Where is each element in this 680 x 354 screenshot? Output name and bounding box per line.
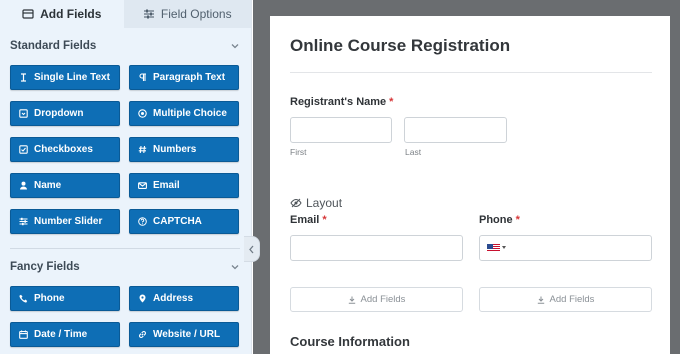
fields-panel: Add Fields Field Options Standard Fields… — [0, 0, 252, 354]
chevron-down-icon — [231, 265, 239, 270]
sliders-icon — [19, 217, 28, 226]
website-url-label: Website / URL — [153, 329, 221, 340]
sliders-icon — [143, 9, 154, 19]
number-slider-button[interactable]: Number Slider — [10, 209, 120, 234]
name-label: Name — [34, 180, 62, 191]
tab-field-options[interactable]: Field Options — [123, 0, 251, 28]
paragraph-text-label: Paragraph Text — [153, 72, 226, 83]
calendar-icon — [19, 330, 28, 339]
single-line-text-button[interactable]: Single Line Text — [10, 65, 120, 90]
first-sublabel: First — [290, 147, 307, 157]
radio-icon — [138, 109, 147, 118]
section-divider — [10, 248, 240, 249]
add-fields-text: Add Fields — [549, 294, 595, 305]
panel-tabs: Add Fields Field Options — [0, 0, 251, 28]
link-icon — [139, 331, 146, 338]
question-icon — [138, 217, 147, 226]
required-mark: * — [515, 214, 520, 226]
title-divider — [290, 72, 652, 73]
paragraph-icon — [139, 73, 146, 81]
email-input[interactable] — [290, 235, 463, 261]
hash-icon — [138, 145, 147, 154]
name-button[interactable]: Name — [10, 173, 120, 198]
form-title[interactable]: Online Course Registration — [290, 36, 510, 56]
phone-icon — [19, 294, 28, 303]
form-card: Online Course Registration Registrant's … — [270, 16, 670, 354]
envelope-icon — [138, 182, 147, 189]
required-mark: * — [322, 214, 327, 226]
captcha-button[interactable]: CAPTCHA — [129, 209, 239, 234]
captcha-label: CAPTCHA — [153, 216, 202, 227]
date-time-label: Date / Time — [34, 329, 88, 340]
tab-add-fields-label: Add Fields — [40, 7, 102, 21]
caret-down-icon — [502, 246, 506, 249]
tab-add-fields[interactable]: Add Fields — [0, 0, 124, 28]
dropdown-icon — [19, 109, 28, 118]
phone-input[interactable] — [479, 235, 652, 261]
email-label: Email — [153, 180, 180, 191]
course-information-heading[interactable]: Course Information — [290, 334, 410, 349]
email-field-label: Email * — [290, 214, 327, 226]
us-flag-icon[interactable] — [487, 244, 500, 252]
add-fields-column-2[interactable]: Add Fields — [479, 287, 652, 312]
form-preview: Online Course Registration Registrant's … — [253, 0, 680, 354]
standard-fields-title: Standard Fields — [10, 40, 97, 52]
single-line-text-label: Single Line Text — [34, 72, 110, 83]
first-name-field[interactable] — [290, 117, 392, 143]
required-mark: * — [389, 96, 394, 108]
address-label: Address — [153, 293, 194, 304]
user-icon — [20, 181, 27, 190]
download-icon — [348, 296, 355, 304]
checkbox-icon — [19, 145, 28, 154]
collapse-panel-handle[interactable] — [244, 236, 260, 262]
address-button[interactable]: Address — [129, 286, 239, 311]
paragraph-text-button[interactable]: Paragraph Text — [129, 65, 239, 90]
chevron-left-icon — [249, 245, 254, 253]
website-url-button[interactable]: Website / URL — [129, 322, 239, 347]
layout-field[interactable]: Layout — [290, 196, 342, 210]
tab-field-options-label: Field Options — [160, 7, 232, 21]
multiple-choice-label: Multiple Choice — [153, 108, 227, 119]
email-button[interactable]: Email — [129, 173, 239, 198]
date-time-button[interactable]: Date / Time — [10, 322, 120, 347]
phone-field-text: Phone — [479, 214, 513, 226]
download-icon — [537, 296, 544, 304]
number-slider-label: Number Slider — [34, 216, 103, 227]
text-cursor-icon — [21, 73, 26, 82]
add-fields-column-1[interactable]: Add Fields — [290, 287, 463, 312]
phone-button[interactable]: Phone — [10, 286, 120, 311]
email-field-text: Email — [290, 214, 320, 226]
list-icon — [22, 9, 34, 19]
eye-slash-icon — [290, 198, 302, 208]
add-fields-text: Add Fields — [360, 294, 406, 305]
multiple-choice-button[interactable]: Multiple Choice — [129, 101, 239, 126]
dropdown-label: Dropdown — [34, 108, 84, 119]
phone-field-label: Phone * — [479, 214, 520, 226]
registrant-name-text: Registrant's Name — [290, 96, 387, 108]
numbers-button[interactable]: Numbers — [129, 137, 239, 162]
last-name-field[interactable] — [404, 117, 507, 143]
numbers-label: Numbers — [153, 144, 197, 155]
chevron-down-icon — [231, 44, 239, 49]
last-sublabel: Last — [405, 147, 422, 157]
map-pin-icon — [139, 294, 146, 303]
checkboxes-button[interactable]: Checkboxes — [10, 137, 120, 162]
fancy-fields-header[interactable]: Fancy Fields — [10, 261, 240, 273]
phone-label: Phone — [34, 293, 65, 304]
dropdown-button[interactable]: Dropdown — [10, 101, 120, 126]
layout-text: Layout — [306, 196, 343, 210]
standard-fields-header[interactable]: Standard Fields — [10, 40, 240, 52]
registrant-name-label: Registrant's Name * — [290, 96, 393, 108]
checkboxes-label: Checkboxes — [34, 144, 93, 155]
fancy-fields-title: Fancy Fields — [10, 261, 80, 273]
